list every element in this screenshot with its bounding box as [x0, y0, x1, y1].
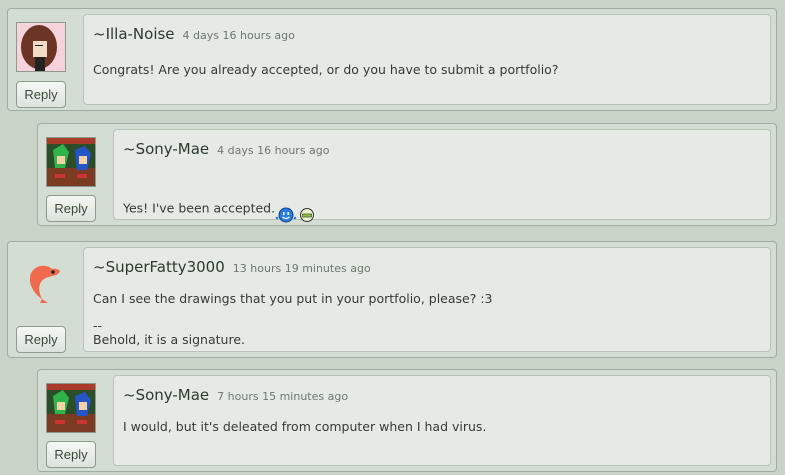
comment-text: Congrats! Are you already accepted, or d… [93, 62, 559, 77]
reply-button[interactable]: Reply [46, 195, 96, 222]
reply-button[interactable]: Reply [46, 441, 96, 468]
comment-text: Yes! I've been accepted. [123, 177, 315, 226]
timestamp: 4 days 16 hours ago [182, 29, 295, 42]
timestamp: 4 days 16 hours ago [217, 144, 330, 157]
comment-2: Reply ~Sony-Mae 4 days 16 hours ago Yes! … [37, 123, 777, 226]
comment-3: Reply ~SuperFatty3000 13 hours 19 minutes… [7, 241, 777, 358]
username-link[interactable]: ~SuperFatty3000 [93, 258, 225, 276]
comment-header: ~Sony-Mae 7 hours 15 minutes ago [123, 386, 348, 405]
comment-text-body: Yes! I've been accepted. [123, 200, 276, 216]
sonic-avatar[interactable] [46, 137, 96, 187]
comment-header: ~Illa-Noise 4 days 16 hours ago [93, 25, 295, 44]
username-link[interactable]: ~Sony-Mae [123, 140, 209, 158]
comment-header: ~SuperFatty3000 13 hours 19 minutes ago [93, 258, 371, 277]
shrimp-avatar[interactable] [16, 255, 66, 305]
reply-button[interactable]: Reply [16, 81, 66, 108]
comment-bubble: ~SuperFatty3000 13 hours 19 minutes ago C… [83, 247, 771, 352]
girl-avatar[interactable] [16, 22, 66, 72]
comment-bubble: ~Illa-Noise 4 days 16 hours ago Congrats!… [83, 14, 771, 105]
sonic-avatar[interactable] [46, 383, 96, 433]
green-grin-icon [299, 192, 315, 226]
comment-bubble: ~Sony-Mae 4 days 16 hours ago Yes! I've b… [113, 129, 771, 223]
signature-separator: -- [93, 318, 103, 333]
timestamp: 7 hours 15 minutes ago [217, 390, 349, 403]
signature: Behold, it is a signature. [93, 332, 245, 347]
username-link[interactable]: ~Illa-Noise [93, 25, 175, 43]
comment-bubble: ~Sony-Mae 7 hours 15 minutes ago I would,… [113, 375, 771, 466]
blue-smiley-icon [275, 192, 297, 226]
comment-4: Reply ~Sony-Mae 7 hours 15 minutes ago I … [37, 369, 777, 472]
timestamp: 13 hours 19 minutes ago [232, 262, 371, 275]
comment-text: I would, but it's deleated from computer… [123, 419, 487, 434]
username-link[interactable]: ~Sony-Mae [123, 386, 209, 404]
reply-button[interactable]: Reply [16, 326, 66, 353]
comment-1: Reply ~Illa-Noise 4 days 16 hours ago Con… [7, 8, 777, 111]
comment-header: ~Sony-Mae 4 days 16 hours ago [123, 140, 330, 159]
comment-text: Can I see the drawings that you put in y… [93, 291, 493, 306]
